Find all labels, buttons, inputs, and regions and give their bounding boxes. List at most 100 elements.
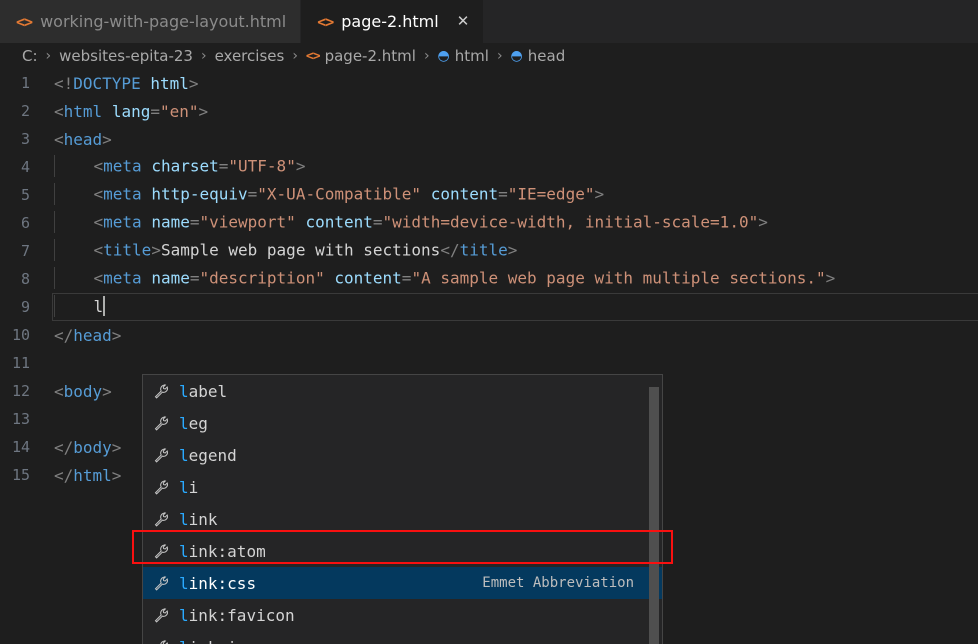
line-number: 13 <box>11 410 30 428</box>
code-token: > <box>295 156 306 176</box>
suggestion-label: leg <box>179 413 208 433</box>
suggestion-item[interactable]: li <box>143 471 662 503</box>
code-line-text: <html lang="en"> <box>54 102 978 121</box>
code-line: 4 <meta charset="UTF-8"> <box>0 153 978 181</box>
line-number: 9 <box>20 298 30 316</box>
code-token: </ <box>54 437 74 457</box>
breadcrumb-item-html[interactable]: ◓ html <box>436 47 491 65</box>
line-number: 7 <box>20 242 30 260</box>
breadcrumb-item-head[interactable]: ◓ head <box>509 47 568 65</box>
suggestion-detail: Emmet Abbreviation <box>482 575 634 591</box>
suggestion-item[interactable]: legend <box>143 439 662 471</box>
code-token: > <box>507 240 518 260</box>
breadcrumb-label: C: <box>22 47 38 65</box>
indent-guide <box>54 267 55 289</box>
breadcrumb-item-drive[interactable]: C: <box>20 47 40 65</box>
code-token: Sample web page with sections <box>160 240 441 260</box>
code-token: > <box>111 437 122 457</box>
code-token: meta <box>103 212 142 232</box>
suggestion-item[interactable]: leg <box>143 407 662 439</box>
breadcrumb-separator: › <box>292 48 298 64</box>
code-token: > <box>111 465 122 485</box>
tab-page-2[interactable]: <> page-2.html ✕ <box>301 0 485 43</box>
line-number: 12 <box>11 382 30 400</box>
code-line: 1 <!DOCTYPE html> <box>0 69 978 97</box>
suggestion-label: li <box>179 477 199 497</box>
code-token: = <box>150 101 160 121</box>
code-line-text: <meta name="viewport" content="width=dev… <box>54 211 978 234</box>
wrench-icon <box>153 479 170 496</box>
wrench-icon <box>153 447 170 464</box>
suggestion-label: link:css <box>179 573 257 593</box>
line-number: 14 <box>11 438 30 456</box>
code-token: head <box>73 325 112 345</box>
code-token: < <box>93 240 104 260</box>
suggestion-dropdown[interactable]: label leg legend li link link:atom link:css Emm… <box>142 374 663 644</box>
breadcrumb-item-page-2-html[interactable]: <> page-2.html <box>304 47 418 65</box>
line-number: 11 <box>11 354 30 372</box>
code-token: http-equiv <box>151 184 248 204</box>
wrench-icon <box>153 383 170 400</box>
code-token: </ <box>440 240 460 260</box>
breadcrumb: C: › websites-epita-23 › exercises › <> … <box>0 43 978 69</box>
code-line-text: <!DOCTYPE html> <box>54 74 978 93</box>
code-token: > <box>111 325 122 345</box>
code-token: </ <box>54 465 74 485</box>
code-token: name <box>151 212 190 232</box>
suggestion-label: legend <box>179 445 237 465</box>
suggestion-item[interactable]: label <box>143 375 662 407</box>
breadcrumb-item-exercises[interactable]: exercises <box>213 47 287 65</box>
code-token: < <box>54 381 64 401</box>
suggestion-label: label <box>179 381 228 401</box>
breadcrumb-separator: › <box>423 48 430 64</box>
breadcrumb-label: websites-epita-23 <box>59 47 193 65</box>
breadcrumb-separator: › <box>200 48 207 64</box>
tab-bar-empty-space <box>484 0 978 43</box>
indent-guide <box>54 239 55 261</box>
code-token: "A sample web page with multiple section… <box>411 268 826 288</box>
code-token: name <box>151 268 190 288</box>
code-token: > <box>188 73 199 93</box>
suggestion-item[interactable]: link <box>143 503 662 535</box>
code-line-text: <title>Sample web page with sections</ti… <box>54 239 978 262</box>
code-editor[interactable]: 1 <!DOCTYPE html> 2 <html lang="en"> 3 <head>… <box>0 69 978 644</box>
tab-working-with-page-layout[interactable]: <> working-with-page-layout.html <box>0 0 302 43</box>
breadcrumb-item-websites-epita-23[interactable]: websites-epita-23 <box>57 47 195 65</box>
code-token: meta <box>103 268 142 288</box>
code-token: html <box>73 465 112 485</box>
code-token: DOCTYPE <box>73 73 141 93</box>
code-line: 11 <box>0 349 978 377</box>
code-token: < <box>93 268 104 288</box>
code-token: > <box>151 240 161 260</box>
indent-guide <box>54 183 55 205</box>
suggestion-item[interactable]: link:atom <box>143 535 662 567</box>
suggestion-scrollbar[interactable] <box>649 387 659 644</box>
code-token: > <box>102 381 112 401</box>
code-token: < <box>93 212 104 232</box>
code-token: "description" <box>199 268 325 288</box>
code-token: meta <box>103 156 142 176</box>
code-token: body <box>63 381 103 401</box>
code-token: "IE=edge" <box>507 184 595 204</box>
suggestion-item[interactable]: link:css Emmet Abbreviation <box>143 567 662 599</box>
indent-guide <box>54 155 55 177</box>
code-token: > <box>825 268 836 288</box>
suggestion-list: label leg legend li link link:atom link:css Emm… <box>143 375 662 644</box>
close-icon[interactable]: ✕ <box>457 14 470 29</box>
code-line-text: l <box>52 292 978 321</box>
code-token: = <box>247 184 258 204</box>
code-token: > <box>102 129 112 149</box>
code-token: content <box>430 184 499 204</box>
code-line: 3 <head> <box>0 125 978 153</box>
breadcrumb-label: head <box>527 47 566 65</box>
suggestion-item[interactable]: link:favicon <box>143 599 662 631</box>
code-token: html <box>63 101 103 121</box>
suggestion-item[interactable]: link:im <box>143 631 662 644</box>
